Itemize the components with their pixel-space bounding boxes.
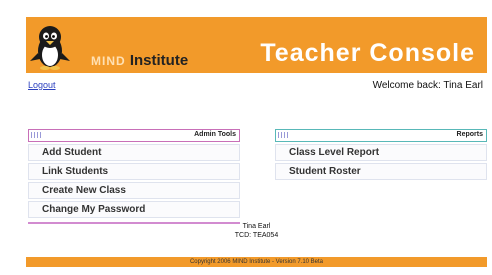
page-title: Teacher Console xyxy=(260,39,475,67)
create-new-class-button[interactable]: Create New Class xyxy=(28,182,240,199)
penguin-logo-icon xyxy=(26,17,70,73)
user-name: Tina Earl xyxy=(242,223,271,230)
footer-bar: Copyright 2006 MIND Institute - Version … xyxy=(26,257,487,267)
admin-tools-title: Admin Tools xyxy=(194,131,236,138)
logout-link[interactable]: Logout xyxy=(28,80,56,90)
teacher-console-window: MIND Institute Teacher Console Logout We… xyxy=(26,17,487,267)
brand-name: MIND Institute xyxy=(91,52,188,69)
class-level-report-button[interactable]: Class Level Report xyxy=(275,144,487,161)
admin-tools-header: Admin Tools xyxy=(28,129,240,142)
student-roster-button[interactable]: Student Roster xyxy=(275,163,487,180)
copyright-text: Copyright 2006 MIND Institute - Version … xyxy=(189,259,324,265)
admin-tools-panel: Admin Tools Add Student Link Students Cr… xyxy=(28,129,240,224)
panel-grip-icon[interactable] xyxy=(31,132,43,138)
reports-panel: Reports Class Level Report Student Roste… xyxy=(275,129,487,180)
header-bar: MIND Institute Teacher Console xyxy=(26,17,487,73)
add-student-button[interactable]: Add Student xyxy=(28,144,240,161)
user-tcd: TCD: TEA054 xyxy=(234,232,279,239)
reports-title: Reports xyxy=(456,131,483,138)
welcome-text: Welcome back: Tina Earl xyxy=(372,80,483,91)
link-students-button[interactable]: Link Students xyxy=(28,163,240,180)
brand-mind: MIND xyxy=(91,54,126,68)
change-password-button[interactable]: Change My Password xyxy=(28,201,240,218)
brand-institute: Institute xyxy=(129,52,189,69)
reports-header: Reports xyxy=(275,129,487,142)
panel-grip-icon[interactable] xyxy=(278,132,290,138)
user-info: Tina Earl TCD: TEA054 xyxy=(26,222,487,240)
